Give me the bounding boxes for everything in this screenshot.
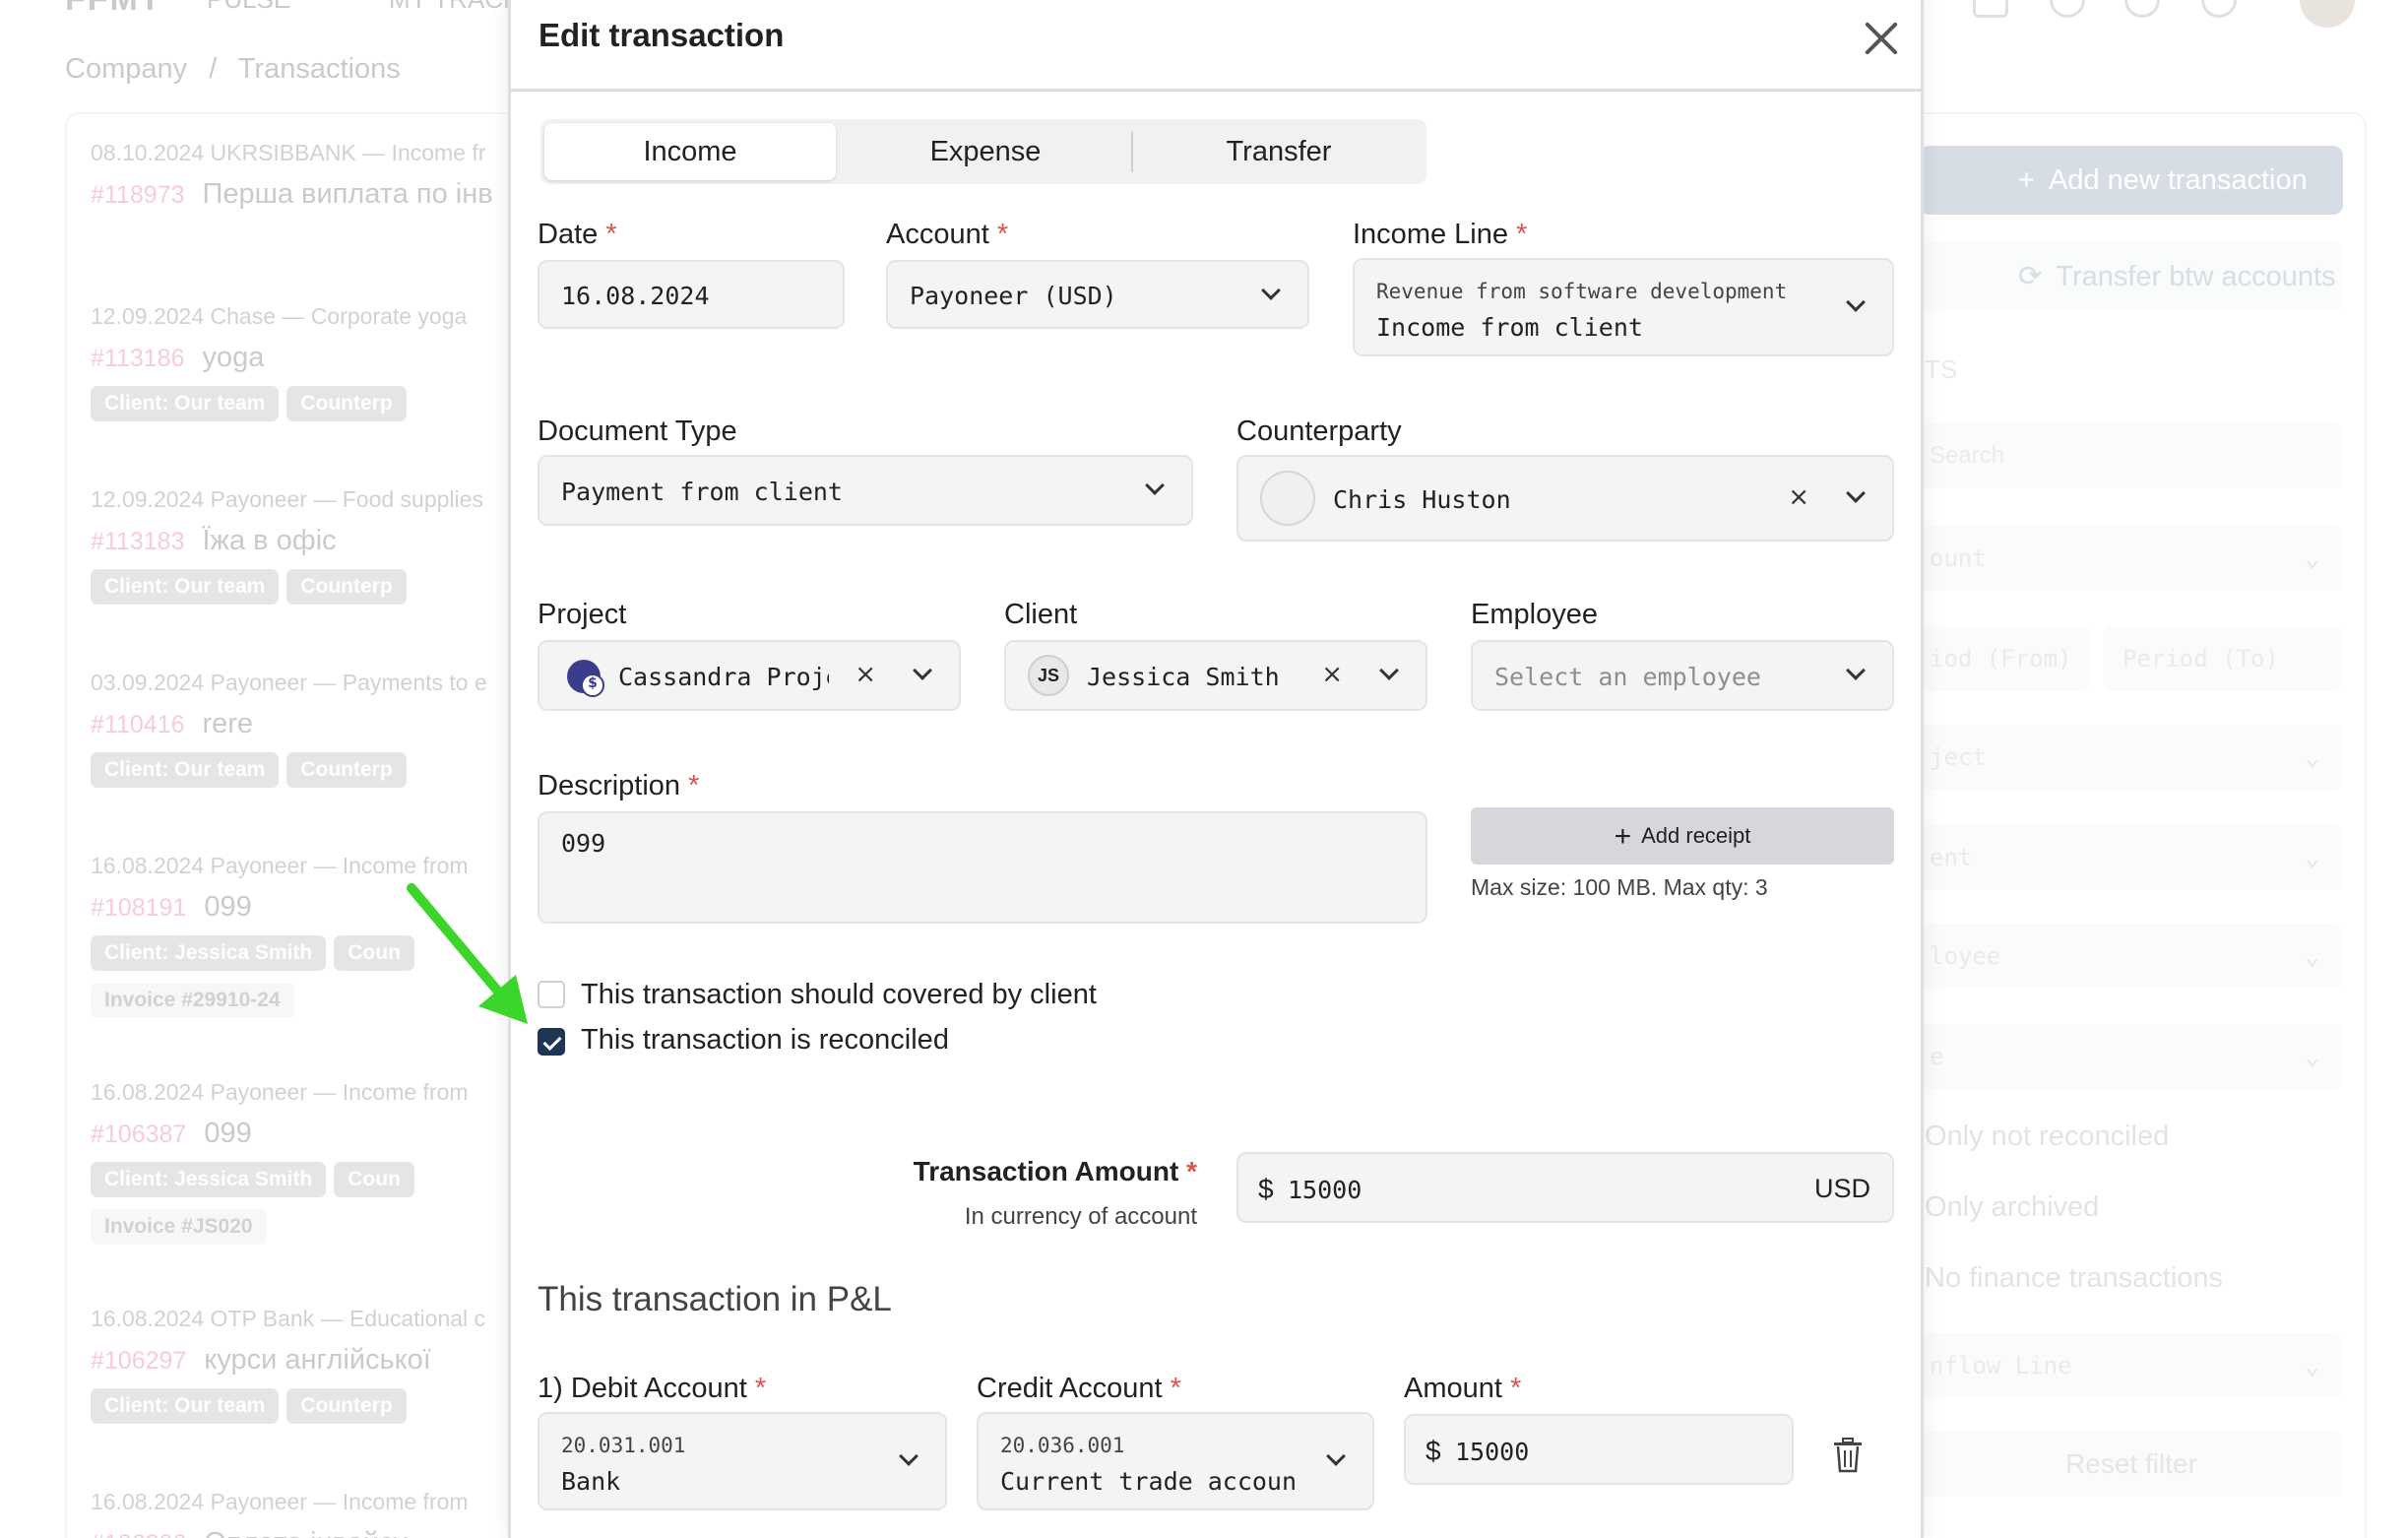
client-value: Jessica Smith: [1087, 663, 1280, 691]
chevron-down-icon: [1846, 661, 1866, 680]
required-mark: *: [688, 770, 700, 801]
credit-account-label: Credit Account *: [977, 1373, 1181, 1405]
add-receipt-button[interactable]: + Add receipt: [1471, 807, 1894, 865]
debit-account-label-text: 1) Debit Account: [538, 1373, 747, 1404]
income-line-select[interactable]: Revenue from software development Income…: [1353, 258, 1894, 356]
description-textarea[interactable]: 099: [538, 811, 1427, 924]
income-line-value: Income from client: [1376, 313, 1643, 342]
employee-select[interactable]: Select an employee: [1471, 640, 1894, 711]
transaction-type-tabs: Income Expense Transfer: [540, 119, 1426, 184]
credit-account-select[interactable]: 20.036.001 Current trade accoun: [977, 1412, 1374, 1510]
chevron-down-icon: [1145, 476, 1165, 495]
pl-amount-label: Amount *: [1404, 1373, 1521, 1405]
description-value: 099: [561, 829, 606, 858]
project-value: Cassandra Proje: [618, 663, 829, 691]
date-label: Date *: [538, 219, 617, 251]
credit-account-value: Current trade accoun: [1000, 1467, 1298, 1496]
transaction-amount-value: 15000: [1288, 1176, 1362, 1204]
plus-icon: +: [1614, 820, 1632, 853]
tab-divider: [1131, 131, 1133, 172]
trash-icon[interactable]: [1833, 1438, 1863, 1473]
counterparty-select[interactable]: Chris Huston ×: [1236, 455, 1894, 542]
transaction-amount-input[interactable]: $ 15000 USD: [1236, 1152, 1894, 1223]
chevron-down-icon: [1261, 281, 1281, 300]
client-select[interactable]: JS Jessica Smith ×: [1004, 640, 1427, 711]
pl-heading: This transaction in P&L: [538, 1280, 892, 1318]
receipt-hint: Max size: 100 MB. Max qty: 3: [1471, 874, 1768, 900]
currency-symbol: $: [1258, 1174, 1274, 1204]
required-mark: *: [605, 219, 617, 250]
income-line-group: Revenue from software development: [1376, 280, 1788, 303]
tab-income[interactable]: Income: [544, 123, 836, 180]
description-label: Description *: [538, 770, 699, 802]
required-mark: *: [1516, 219, 1528, 250]
chevron-down-icon: [1326, 1446, 1346, 1466]
modal-header: Edit transaction: [511, 0, 1921, 92]
chevron-down-icon: [1379, 661, 1399, 680]
document-type-select[interactable]: Payment from client: [538, 455, 1193, 526]
project-select[interactable]: Cassandra Proje ×: [538, 640, 961, 711]
description-label-text: Description: [538, 770, 681, 801]
covered-by-client-label: This transaction should covered by clien…: [581, 979, 1097, 1010]
modal-title: Edit transaction: [539, 17, 785, 53]
credit-account-code: 20.036.001: [1000, 1434, 1125, 1457]
annotation-arrow-icon: [407, 883, 528, 1024]
clear-counterparty-icon[interactable]: ×: [1788, 482, 1809, 512]
date-label-text: Date: [538, 219, 599, 250]
account-label: Account *: [886, 219, 1008, 251]
account-value: Payoneer (USD): [910, 282, 1117, 310]
clear-client-icon[interactable]: ×: [1321, 660, 1343, 689]
transaction-amount-label: Transaction Amount *: [914, 1156, 1197, 1187]
chevron-down-icon: [913, 661, 932, 680]
employee-placeholder: Select an employee: [1494, 663, 1761, 691]
document-type-label: Document Type: [538, 416, 737, 447]
chevron-down-icon: [1846, 483, 1866, 503]
required-mark: *: [754, 1373, 767, 1404]
date-input[interactable]: 16.08.2024: [538, 260, 845, 329]
employee-label: Employee: [1471, 599, 1598, 630]
client-initials-avatar: JS: [1028, 655, 1069, 696]
add-receipt-label: Add receipt: [1641, 823, 1751, 848]
income-line-label-text: Income Line: [1353, 219, 1508, 250]
pl-amount-label-text: Amount: [1404, 1373, 1502, 1404]
required-mark: *: [1170, 1373, 1181, 1404]
pl-amount-input[interactable]: $ 15000: [1404, 1414, 1794, 1485]
debit-account-code: 20.031.001: [561, 1434, 686, 1457]
account-label-text: Account: [886, 219, 989, 250]
client-label: Client: [1004, 599, 1078, 630]
reconciled-label: This transaction is reconciled: [581, 1024, 949, 1056]
tab-transfer[interactable]: Transfer: [1135, 123, 1423, 180]
document-type-value: Payment from client: [561, 478, 843, 506]
tab-expense[interactable]: Expense: [840, 123, 1131, 180]
debit-account-label: 1) Debit Account *: [538, 1373, 766, 1405]
chevron-down-icon: [899, 1446, 919, 1466]
required-mark: *: [1186, 1156, 1197, 1186]
currency-code: USD: [1813, 1174, 1870, 1203]
counterparty-label: Counterparty: [1236, 416, 1402, 447]
required-mark: *: [996, 219, 1009, 250]
required-mark: *: [1510, 1373, 1522, 1404]
debit-account-value: Bank: [561, 1467, 621, 1496]
transaction-amount-label-text: Transaction Amount: [913, 1156, 1179, 1186]
project-icon: [567, 660, 604, 697]
project-label: Project: [538, 599, 627, 630]
pl-amount-value: 15000: [1455, 1438, 1530, 1466]
clear-project-icon[interactable]: ×: [855, 660, 876, 689]
debit-account-select[interactable]: 20.031.001 Bank: [538, 1412, 947, 1510]
date-value: 16.08.2024: [561, 282, 710, 310]
credit-account-label-text: Credit Account: [977, 1373, 1163, 1404]
currency-symbol: $: [1426, 1436, 1441, 1466]
income-line-label: Income Line *: [1353, 219, 1527, 251]
counterparty-avatar: [1260, 471, 1315, 526]
close-icon[interactable]: [1860, 17, 1903, 60]
counterparty-value: Chris Huston: [1333, 485, 1511, 514]
account-select[interactable]: Payoneer (USD): [886, 260, 1309, 329]
chevron-down-icon: [1846, 292, 1866, 312]
transaction-amount-sub: In currency of account: [964, 1203, 1197, 1230]
